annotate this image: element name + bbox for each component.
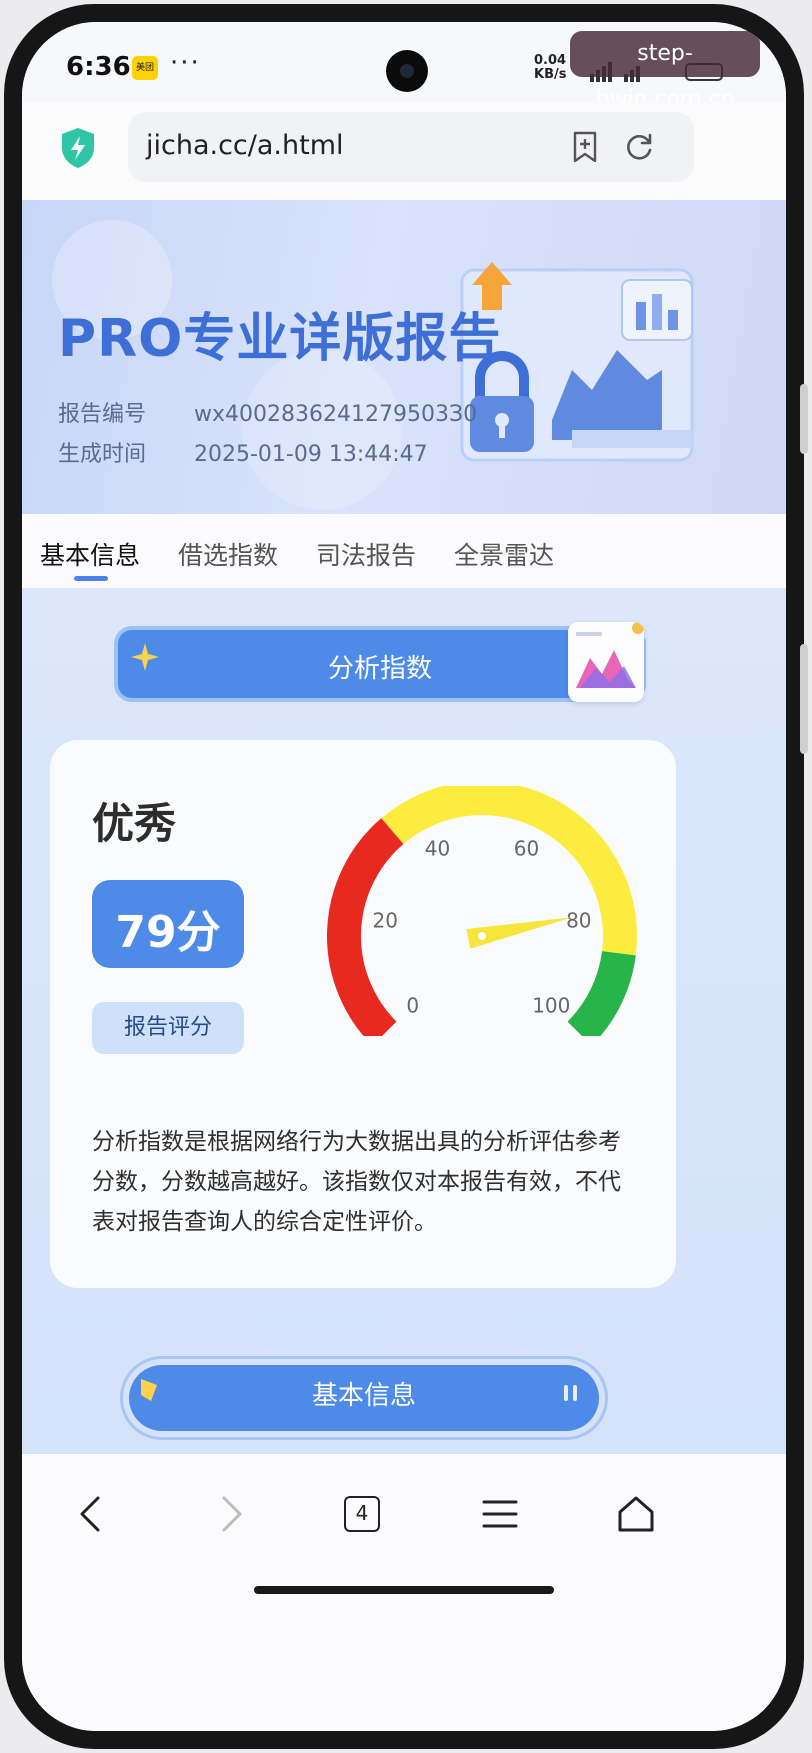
browser-toolbar: jicha.cc/a.html bbox=[22, 102, 786, 200]
report-title: PRO专业详版报告 bbox=[58, 309, 502, 369]
score-description: 分析指数是根据网络行为大数据出具的分析评估参考分数，分数越高越好。该指数仅对本报… bbox=[92, 1129, 621, 1235]
section-header-analysis-index: 分析指数 bbox=[114, 626, 646, 702]
gauge-tick-label: 60 bbox=[514, 837, 539, 861]
browser-navigation-bar: 4 bbox=[22, 1454, 786, 1731]
gauge-hub bbox=[478, 932, 486, 940]
home-icon[interactable] bbox=[616, 1494, 656, 1534]
section-header-basic-info: 基本信息 bbox=[120, 1356, 608, 1440]
gauge-tick-label: 80 bbox=[566, 909, 591, 933]
gauge-arc-high bbox=[567, 950, 636, 1036]
tab-loan-index[interactable]: 借选指数 bbox=[178, 536, 278, 572]
tabs-icon[interactable]: 4 bbox=[344, 1496, 380, 1532]
status-time: 6:36 bbox=[66, 52, 131, 82]
gauge-tick-label: 100 bbox=[532, 993, 570, 1017]
watermark: step-bwin.com.cn bbox=[570, 31, 760, 112]
report-id-row: 报告编号 wx4002836241279503З0 bbox=[58, 396, 477, 428]
network-speed: 0.04 KB/s bbox=[534, 54, 566, 82]
home-indicator[interactable] bbox=[254, 1586, 554, 1594]
network-speed-value: 0.04 bbox=[534, 53, 567, 68]
chart-illustration-icon bbox=[568, 622, 644, 702]
reload-icon[interactable] bbox=[622, 130, 656, 164]
meituan-app-icon: 美团 bbox=[132, 56, 158, 80]
score-value: 79分 bbox=[115, 907, 221, 958]
rating-text: 优秀 bbox=[92, 799, 177, 848]
screen: 6:36 美团 ··· 0.04 KB/s step-bwin.com.cn j… bbox=[22, 22, 786, 1731]
tab-basic-info[interactable]: 基本信息 bbox=[40, 536, 140, 572]
network-speed-unit: KB/s bbox=[534, 67, 567, 82]
tab-judicial-report[interactable]: 司法报告 bbox=[316, 536, 416, 572]
notification-overflow: ··· bbox=[170, 48, 201, 78]
forward-icon[interactable] bbox=[210, 1494, 250, 1534]
phone-frame: 6:36 美团 ··· 0.04 KB/s step-bwin.com.cn j… bbox=[4, 4, 808, 1749]
score-card: 优秀 79分 报告评分 0 20 40 60 80 100 分析指数是根据网络行为大数据出… bbox=[50, 740, 676, 1288]
address-bar[interactable]: jicha.cc/a.html bbox=[128, 112, 694, 182]
security-illustration bbox=[460, 262, 694, 462]
score-gauge: 0 20 40 60 80 100 bbox=[327, 786, 637, 1036]
gauge-tick-label: 40 bbox=[425, 837, 450, 861]
back-icon[interactable] bbox=[72, 1494, 112, 1534]
power-button bbox=[800, 644, 808, 754]
bookmark-add-icon[interactable] bbox=[568, 130, 602, 164]
report-id-value: wx4002836241279503З0 bbox=[194, 402, 478, 427]
gauge-tick-label: 20 bbox=[372, 909, 397, 933]
section-title: 分析指数 bbox=[327, 654, 432, 684]
url-text[interactable]: jicha.cc/a.html bbox=[146, 130, 344, 161]
generated-time-value: 2025-01-09 13:44:47 bbox=[194, 442, 428, 467]
banner-decoration bbox=[242, 350, 402, 510]
generated-time-label: 生成时间 bbox=[58, 442, 147, 467]
volume-button bbox=[800, 384, 808, 454]
report-banner: PRO专业详版报告 报告编号 wx4002836241279503З0 生成时间 2… bbox=[22, 200, 786, 514]
section-title: 基本信息 bbox=[311, 1381, 416, 1411]
gauge-tick-label: 0 bbox=[406, 993, 419, 1017]
tab-panorama-radar[interactable]: 全景雷达 bbox=[454, 536, 554, 572]
shield-bolt-icon[interactable] bbox=[58, 126, 98, 170]
report-tabs: 基本信息 借选指数 司法报告 全景雷达 bbox=[22, 514, 786, 588]
pause-icon bbox=[564, 1385, 577, 1401]
report-id-label: 报告编号 bbox=[58, 402, 147, 427]
score-badge: 79分 bbox=[92, 880, 244, 968]
generated-time-row: 生成时间 2025-01-09 13:44:47 bbox=[58, 436, 428, 468]
menu-icon[interactable] bbox=[480, 1494, 520, 1534]
score-label: 报告评分 bbox=[92, 1002, 244, 1054]
report-content: 分析指数 优秀 79分 报告评分 0 20 40 60 80 100 分析指数是… bbox=[22, 588, 786, 1454]
front-camera bbox=[386, 50, 428, 92]
active-tab-indicator bbox=[74, 576, 108, 581]
